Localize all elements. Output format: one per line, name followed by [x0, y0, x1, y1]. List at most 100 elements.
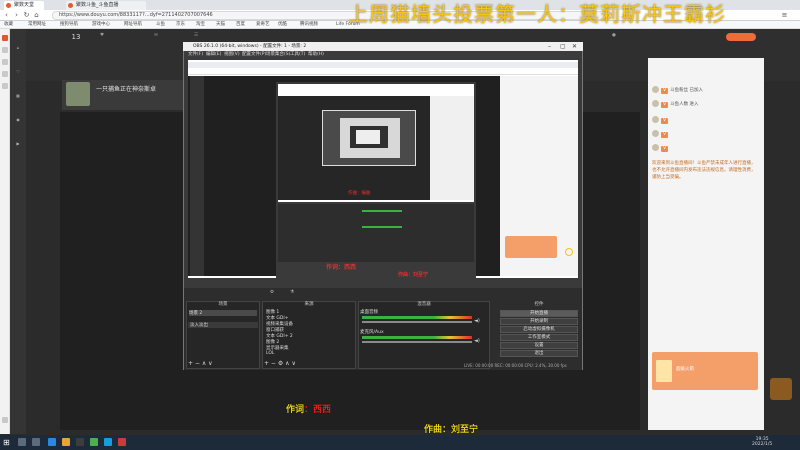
user-avatar-icon [652, 116, 659, 123]
back-icon[interactable]: ‹ [2, 11, 11, 20]
nested-obs-docks [278, 204, 474, 262]
user-avatar-icon [652, 130, 659, 137]
nav-game-icon[interactable]: ◉ [13, 117, 23, 122]
scene-item[interactable]: 场景 2 [189, 310, 257, 316]
menu-icon[interactable]: ≡ [780, 11, 789, 20]
bookmark-item[interactable]: 常用网址 [28, 21, 46, 29]
obs-app-icon[interactable] [76, 438, 84, 446]
scenes-dock-title: 场景 [218, 302, 228, 307]
menu-profile[interactable]: 配置文件(P) [242, 51, 266, 59]
chat-app-icon[interactable] [90, 438, 98, 446]
header-stat-icon[interactable]: ✉ [142, 33, 170, 38]
header-stat-icon[interactable]: ♥ [88, 33, 116, 38]
sidebar-app-icon[interactable] [2, 47, 8, 53]
gear-icon[interactable]: ⚙ [270, 290, 274, 295]
bookmark-item[interactable]: 腾讯视频 [300, 21, 318, 29]
badge: V [661, 132, 669, 138]
forward-icon[interactable]: › [12, 11, 21, 20]
sidebar-app-icon[interactable] [2, 35, 8, 41]
nav-home-icon[interactable]: ⌂ [13, 45, 23, 50]
source-item[interactable]: LOL [266, 351, 274, 356]
audio-meter [362, 316, 472, 319]
bookmark-item[interactable]: 天猫 [216, 21, 225, 29]
close-icon[interactable]: ✕ [572, 43, 577, 50]
badge: V [661, 102, 669, 108]
nav-follow-icon[interactable]: ♡ [13, 69, 23, 74]
bookmark-item[interactable]: 搜狗导航 [60, 21, 78, 29]
chat-row: V 斗鱼人数 进入 [652, 100, 760, 110]
menu-edit[interactable]: 编辑(E) [206, 51, 221, 59]
app-icon[interactable] [118, 438, 126, 446]
maximize-icon[interactable]: ▢ [560, 43, 566, 50]
nested-side-nav [190, 76, 204, 276]
bookmark-item[interactable]: 百度 [236, 21, 245, 29]
bookmark-item[interactable]: 收藏 [4, 21, 13, 29]
sidebar-app-icon[interactable] [2, 83, 8, 89]
nested-caption: 作曲：编曲 [348, 191, 371, 196]
composer-caption: 作曲：刘至宁 [424, 425, 479, 435]
menu-help[interactable]: 帮助(H) [308, 51, 324, 59]
start-recording-button[interactable]: 开始录制 [500, 318, 578, 325]
exit-button[interactable]: 退出 [500, 350, 578, 357]
nested-obs-preview-3 [356, 130, 380, 144]
chat-row: V [652, 116, 760, 126]
badge: V [661, 146, 669, 152]
bookmark-item[interactable]: 优酷 [278, 21, 287, 29]
header-stat-icon[interactable]: ☰ [182, 33, 210, 38]
taskbar-clock[interactable]: 19:35 2022/1/5 [752, 437, 772, 447]
chat-row: V 斗鱼粉丝 已加入 [652, 86, 760, 96]
obs-menu-bar: 文件(F) 编辑(E) 视图(V) 配置文件(P) 场景集合(S) 工具(T) … [184, 51, 582, 59]
folder-app-icon[interactable] [62, 438, 70, 446]
badge: V [661, 88, 669, 94]
search-icon[interactable] [18, 438, 26, 446]
speaker-icon[interactable]: ◄) [474, 338, 480, 344]
user-avatar-icon [652, 100, 659, 107]
header-stat[interactable]: 13 [62, 33, 90, 41]
minimize-icon[interactable]: – [548, 43, 551, 50]
task-view-icon[interactable] [32, 438, 40, 446]
nav-video-icon[interactable]: ▶ [13, 141, 23, 146]
volume-slider[interactable] [362, 321, 472, 323]
app-icon[interactable] [104, 438, 112, 446]
streamer-avatar[interactable] [66, 82, 90, 106]
menu-scene-collection[interactable]: 场景集合(S) [266, 51, 290, 59]
bookmark-item[interactable]: 京东 [176, 21, 185, 29]
studio-mode-button[interactable]: 工作室模式 [500, 334, 578, 341]
preview-caption: 作词：西西 [326, 264, 357, 271]
lyric-caption: 作词：西西 [286, 405, 332, 415]
nested-audio-meter [362, 226, 402, 228]
settings-button[interactable]: 设置 [500, 342, 578, 349]
bookmark-item[interactable]: 爱奇艺 [256, 21, 270, 29]
volume-slider[interactable] [362, 341, 472, 343]
menu-file[interactable]: 文件(F) [188, 51, 203, 59]
site-side-nav: ⌂ ♡ ▦ ◉ ▶ [10, 29, 26, 434]
gift-label: 超级火箭 [676, 367, 694, 372]
sidebar-app-icon[interactable] [2, 59, 8, 65]
speaker-icon[interactable]: ◄) [474, 318, 480, 324]
virtual-camera-button[interactable]: 启动虚拟摄像机 [500, 326, 578, 333]
nested-obs-chat [430, 96, 474, 200]
bookmark-item[interactable]: 淘宝 [196, 21, 205, 29]
menu-tools[interactable]: 工具(T) [290, 51, 305, 59]
sidebar-app-icon[interactable] [2, 71, 8, 77]
windows-start-icon[interactable]: ⊞ [3, 438, 10, 447]
start-streaming-button[interactable]: 开始直播 [500, 310, 578, 317]
browser-app-icon[interactable] [48, 438, 56, 446]
menu-view[interactable]: 视图(V) [224, 51, 240, 59]
nested-audio-meter [362, 210, 402, 212]
overlay-title: 上周猫墙头投票第一人：莫莉斯冲王霸衫 [348, 2, 726, 26]
user-avatar-icon[interactable]: ● [600, 33, 628, 38]
login-button[interactable] [726, 33, 756, 41]
bookmark-item[interactable]: 网址导航 [124, 21, 142, 29]
chat-row: V [652, 144, 760, 154]
browser-tab[interactable]: 聚数斗鱼_斗鱼直播 [66, 1, 146, 10]
browser-tab[interactable]: 聚数天堂 [4, 1, 44, 10]
home-icon[interactable]: ⌂ [32, 11, 41, 20]
sidebar-settings-icon[interactable] [2, 417, 8, 423]
nav-category-icon[interactable]: ▦ [13, 93, 23, 98]
bookmark-item[interactable]: 斗鱼 [156, 21, 165, 29]
bookmark-item[interactable]: 游戏中心 [92, 21, 110, 29]
filter-icon[interactable]: ⚗ [290, 290, 294, 295]
sources-dock-title: 来源 [304, 302, 314, 307]
refresh-icon[interactable]: ↻ [22, 11, 31, 20]
